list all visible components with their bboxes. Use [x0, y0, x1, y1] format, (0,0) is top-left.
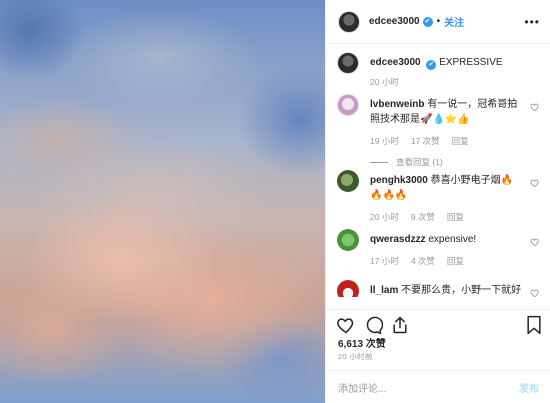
verified-badge-icon: ✔ — [422, 16, 433, 27]
comment-like-heart-icon[interactable] — [530, 178, 540, 188]
caption-avatar[interactable] — [337, 52, 359, 74]
post-timestamp[interactable]: 20 小时前 — [338, 351, 373, 362]
author-username[interactable]: edcee3000 — [369, 16, 420, 27]
heart-icon[interactable] — [336, 315, 356, 335]
post-header: edcee3000 ✔ • 关注 ••• — [326, 0, 550, 44]
post-side-panel: edcee3000 ✔ • 关注 ••• edcee3000 ✔ EXPRESS… — [325, 0, 550, 403]
comment-text: expensive! — [428, 234, 477, 245]
comment-likes[interactable]: 9 次赞 — [411, 211, 435, 223]
comment-username[interactable]: penghk3000 — [370, 175, 428, 186]
commenter-avatar[interactable] — [337, 94, 359, 116]
post-photo[interactable] — [0, 0, 325, 403]
author-avatar[interactable] — [338, 10, 360, 33]
share-icon[interactable] — [390, 315, 410, 335]
add-comment-bar: 添加评论... 发布 — [326, 370, 550, 403]
caption-text: EXPRESSIVE — [439, 57, 503, 68]
comment-likes[interactable]: 4 次赞 — [411, 255, 435, 267]
header-separator: • — [436, 16, 441, 27]
comment-time: 20 小时 — [370, 212, 399, 222]
comment-item: ll_lam 不要那么贵，小野一下就好 — [326, 280, 550, 297]
likes-count[interactable]: 6,613 次赞 — [338, 335, 386, 350]
caption: edcee3000 ✔ EXPRESSIVE 20 小时 — [326, 52, 550, 94]
comment-like-heart-icon[interactable] — [530, 288, 540, 297]
comment-username[interactable]: lvbenweinb — [370, 99, 424, 110]
commenter-avatar[interactable] — [337, 170, 359, 192]
comment-text: 不要那么贵，小野一下就好 — [401, 285, 522, 296]
post-modal: edcee3000 ✔ • 关注 ••• edcee3000 ✔ EXPRESS… — [0, 0, 550, 403]
comment-like-heart-icon[interactable] — [530, 237, 540, 247]
bookmark-icon[interactable] — [524, 315, 544, 335]
reply-button[interactable]: 回复 — [452, 135, 469, 147]
post-comment-button[interactable]: 发布 — [519, 380, 539, 395]
comment-username[interactable]: qwerasdzzz — [370, 234, 426, 245]
comment-item: penghk3000 恭喜小野电子烟🔥🔥🔥🔥 20 小时 9 次赞 回复 — [326, 170, 550, 229]
follow-button[interactable]: 关注 — [444, 14, 464, 29]
reply-button[interactable]: 回复 — [447, 255, 464, 267]
view-replies-label[interactable]: 查看回复 (1) — [396, 156, 443, 168]
commenter-avatar[interactable] — [337, 280, 359, 297]
caption-time: 20 小时 — [370, 77, 399, 87]
comment-item: lvbenweinb 有一说一，冠希哥拍照技术那是🚀💧⭐👍 19 小时 17 次… — [326, 94, 550, 170]
comment-time: 19 小时 — [370, 136, 399, 146]
comment-time: 17 小时 — [370, 256, 399, 266]
comment-item: qwerasdzzz expensive! 17 小时 4 次赞 回复 — [326, 229, 550, 280]
comment-username[interactable]: ll_lam — [370, 285, 398, 296]
commenter-avatar[interactable] — [337, 229, 359, 251]
view-replies-button[interactable]: 查看回复 (1) — [370, 156, 525, 168]
comment-like-heart-icon[interactable] — [530, 102, 540, 112]
comment-input[interactable]: 添加评论... — [338, 380, 519, 395]
replies-divider-line — [370, 161, 388, 163]
more-horizontal-icon[interactable]: ••• — [524, 15, 540, 29]
reply-button[interactable]: 回复 — [447, 211, 464, 223]
comments-list[interactable]: edcee3000 ✔ EXPRESSIVE 20 小时 lvbenweinb … — [326, 52, 550, 297]
verified-badge-icon: ✔ — [426, 60, 437, 70]
comment-icon[interactable] — [363, 315, 383, 335]
comment-likes[interactable]: 17 次赞 — [411, 135, 440, 147]
caption-username[interactable]: edcee3000 — [370, 57, 421, 68]
